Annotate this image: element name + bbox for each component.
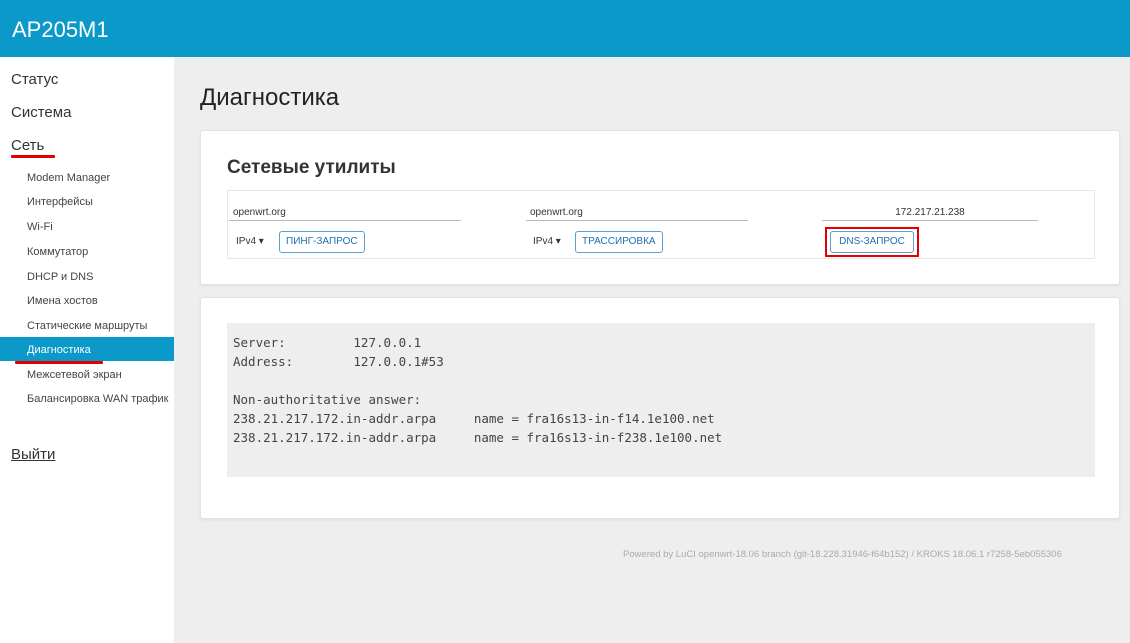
traceroute-protocol-select[interactable]: IPv4 ▾ bbox=[533, 236, 561, 247]
output-line: Server: 127.0.0.1 bbox=[233, 335, 422, 350]
output-line: Address: 127.0.0.1#53 bbox=[233, 354, 444, 369]
top-header: AP205M1 bbox=[0, 0, 1130, 57]
nav-system[interactable]: Система bbox=[11, 104, 71, 121]
diagnostics-highlight-underline bbox=[15, 361, 103, 364]
footer-text: Powered by LuCI openwrt-18.06 branch (gi… bbox=[623, 549, 1062, 560]
output-line: Non-authoritative answer: bbox=[233, 392, 422, 407]
app-title[interactable]: AP205M1 bbox=[12, 17, 109, 43]
ping-button[interactable]: ПИНГ-ЗАПРОС bbox=[279, 231, 365, 253]
ping-protocol-select[interactable]: IPv4 ▾ bbox=[236, 236, 264, 247]
output-line: 238.21.217.172.in-addr.arpa name = fra16… bbox=[233, 430, 723, 445]
nav-diagnostics-label: Диагностика bbox=[27, 344, 91, 356]
nav-network[interactable]: Сеть bbox=[11, 137, 44, 154]
nav-static-routes[interactable]: Статические маршруты bbox=[27, 320, 147, 332]
nav-wan-balancing[interactable]: Балансировка WAN трафик bbox=[27, 393, 175, 405]
logout-link[interactable]: Выйти bbox=[11, 446, 55, 463]
nav-modem-manager[interactable]: Modem Manager bbox=[27, 172, 110, 184]
command-output: Server: 127.0.0.1 Address: 127.0.0.1#53 … bbox=[227, 323, 1095, 477]
traceroute-host-input[interactable] bbox=[526, 205, 748, 221]
nav-firewall[interactable]: Межсетевой экран bbox=[27, 369, 122, 381]
dns-button-highlight bbox=[825, 227, 919, 257]
traceroute-button[interactable]: ТРАССИРОВКА bbox=[575, 231, 663, 253]
nav-switch[interactable]: Коммутатор bbox=[27, 246, 88, 258]
network-highlight-underline bbox=[11, 155, 55, 158]
nav-interfaces[interactable]: Интерфейсы bbox=[27, 196, 93, 208]
nav-wifi[interactable]: Wi-Fi bbox=[27, 221, 53, 233]
dns-host-input[interactable] bbox=[822, 205, 1038, 221]
ping-host-input[interactable] bbox=[229, 205, 461, 221]
page-title: Диагностика bbox=[200, 84, 340, 111]
nav-dhcp-dns[interactable]: DHCP и DNS bbox=[27, 271, 93, 283]
nav-hostnames[interactable]: Имена хостов bbox=[27, 295, 98, 307]
section-title: Сетевые утилиты bbox=[227, 157, 396, 178]
nav-status[interactable]: Статус bbox=[11, 71, 58, 88]
output-line: 238.21.217.172.in-addr.arpa name = fra16… bbox=[233, 411, 715, 426]
